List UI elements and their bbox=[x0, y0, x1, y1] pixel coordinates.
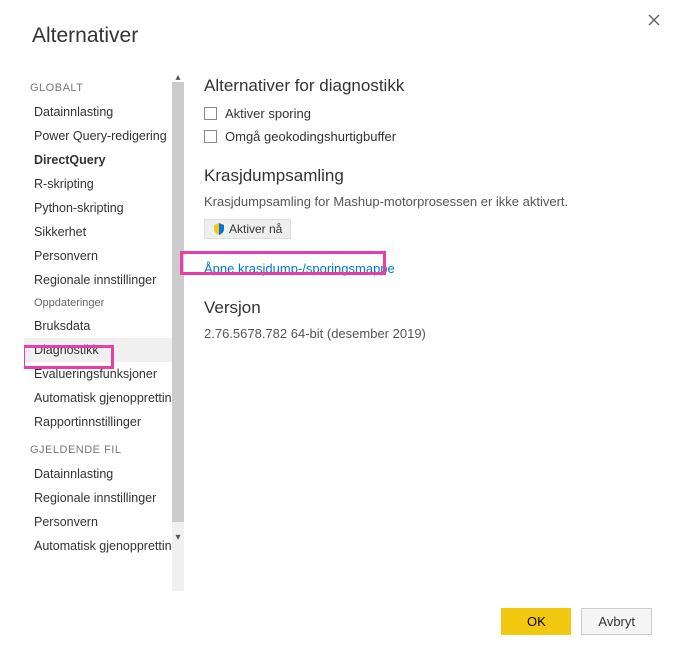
sidebar-item-autogjenopp2[interactable]: Automatisk gjenoppretting bbox=[24, 534, 184, 558]
sidebar-item-rapport[interactable]: Rapportinnstillinger bbox=[24, 410, 184, 434]
checkbox-icon[interactable] bbox=[204, 130, 217, 143]
main-panel: Alternativer for diagnostikk Aktiver spo… bbox=[184, 72, 652, 591]
sidebar-item-datainnlasting2[interactable]: Datainnlasting bbox=[24, 462, 184, 486]
version-heading: Versjon bbox=[204, 298, 652, 318]
enable-now-button[interactable]: Aktiver nå bbox=[204, 219, 291, 239]
version-text: 2.76.5678.782 64-bit (desember 2019) bbox=[204, 326, 652, 341]
sidebar-item-directquery[interactable]: DirectQuery bbox=[24, 148, 184, 172]
sidebar-item-regionale[interactable]: Regionale innstillinger bbox=[24, 268, 184, 292]
sidebar-section-global: GLOBALT bbox=[24, 72, 184, 100]
crashdump-heading: Krasjdumpsamling bbox=[204, 166, 652, 186]
sidebar-item-pythonskripting[interactable]: Python-skripting bbox=[24, 196, 184, 220]
enable-now-label: Aktiver nå bbox=[229, 222, 282, 236]
scroll-down-icon[interactable]: ▾ bbox=[172, 532, 184, 544]
enable-tracing-row[interactable]: Aktiver sporing bbox=[204, 106, 652, 121]
sidebar-item-oppdateringer[interactable]: Oppdateringer bbox=[24, 292, 184, 314]
sidebar-item-rskripting[interactable]: R-skripting bbox=[24, 172, 184, 196]
diag-heading: Alternativer for diagnostikk bbox=[204, 76, 652, 96]
crashdump-text: Krasjdumpsamling for Mashup-motorprosess… bbox=[204, 194, 652, 209]
sidebar-section-currentfile: GJELDENDE FIL bbox=[24, 434, 184, 462]
sidebar-item-evaluering[interactable]: Evalueringsfunksjoner bbox=[24, 362, 184, 386]
open-folder-link[interactable]: Åpne krasjdump-/sporingsmappe bbox=[204, 261, 395, 276]
sidebar-item-personvern[interactable]: Personvern bbox=[24, 244, 184, 268]
sidebar-item-datainnlasting[interactable]: Datainnlasting bbox=[24, 100, 184, 124]
close-icon bbox=[648, 14, 660, 26]
ok-button[interactable]: OK bbox=[501, 608, 571, 635]
button-bar: OK Avbryt bbox=[501, 608, 652, 635]
enable-tracing-label: Aktiver sporing bbox=[225, 106, 311, 121]
sidebar-item-powerquery[interactable]: Power Query-redigering bbox=[24, 124, 184, 148]
bypass-geo-label: Omgå geokodingshurtigbuffer bbox=[225, 129, 396, 144]
dialog-content: ▴ ▾ GLOBALT Datainnlasting Power Query-r… bbox=[24, 72, 652, 591]
sidebar-item-bruksdata[interactable]: Bruksdata bbox=[24, 314, 184, 338]
close-button[interactable] bbox=[646, 12, 662, 28]
checkbox-icon[interactable] bbox=[204, 107, 217, 120]
sidebar-item-sikkerhet[interactable]: Sikkerhet bbox=[24, 220, 184, 244]
options-dialog: Alternativer ▴ ▾ GLOBALT Datainnlasting … bbox=[0, 0, 676, 651]
dialog-title: Alternativer bbox=[0, 0, 676, 48]
cancel-button[interactable]: Avbryt bbox=[581, 608, 652, 635]
scrollbar-thumb[interactable] bbox=[172, 82, 184, 522]
sidebar-item-personvern2[interactable]: Personvern bbox=[24, 510, 184, 534]
shield-icon bbox=[213, 223, 225, 235]
sidebar-item-regionale2[interactable]: Regionale innstillinger bbox=[24, 486, 184, 510]
sidebar: ▴ ▾ GLOBALT Datainnlasting Power Query-r… bbox=[24, 72, 184, 591]
sidebar-item-diagnostikk[interactable]: Diagnostikk bbox=[24, 338, 184, 362]
bypass-geo-row[interactable]: Omgå geokodingshurtigbuffer bbox=[204, 129, 652, 144]
sidebar-item-autogjenopp[interactable]: Automatisk gjenoppretting bbox=[24, 386, 184, 410]
